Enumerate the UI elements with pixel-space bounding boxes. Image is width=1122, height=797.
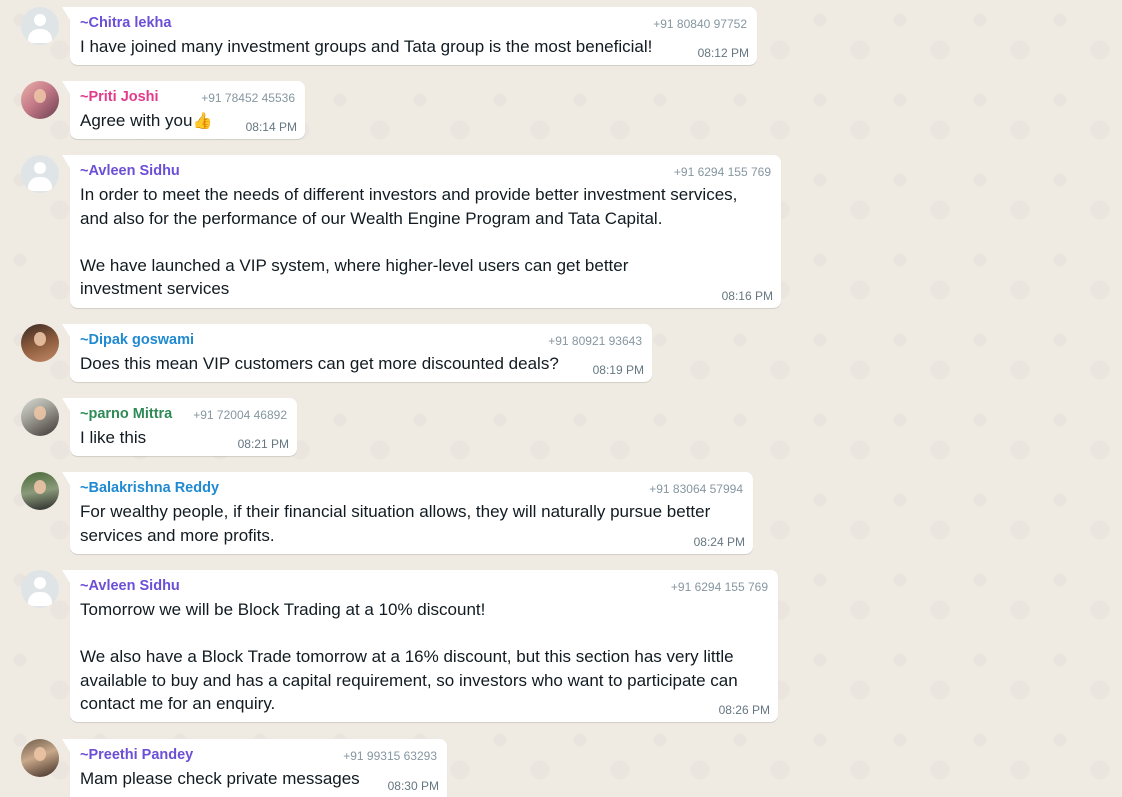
sender-phone: +91 78452 45536: [201, 91, 295, 105]
sender-name[interactable]: ~Chitra lekha: [80, 15, 171, 31]
message-text: Tomorrow we will be Block Trading at a 1…: [80, 600, 738, 713]
sender-phone: +91 80921 93643: [548, 334, 642, 348]
default-avatar[interactable]: [21, 155, 59, 193]
sender-phone: +91 6294 155 769: [670, 580, 768, 594]
photo-avatar[interactable]: [21, 472, 59, 510]
message-bubble[interactable]: ~Preethi Pandey +91 99315 63293 Mam plea…: [62, 739, 447, 797]
sender-name[interactable]: ~Preethi Pandey: [80, 747, 193, 763]
photo-avatar[interactable]: [21, 739, 59, 777]
photo-avatar[interactable]: [21, 398, 59, 436]
sender-name[interactable]: ~parno Mittra: [80, 406, 172, 422]
message-time: 08:16 PM: [721, 289, 773, 303]
message-text: Does this mean VIP customers can get mor…: [80, 354, 559, 373]
message-time: 08:19 PM: [592, 363, 644, 377]
sender-name[interactable]: ~Avleen Sidhu: [80, 163, 180, 179]
message-bubble[interactable]: ~Chitra lekha +91 80840 97752 I have joi…: [62, 7, 757, 65]
message-text: In order to meet the needs of different …: [80, 185, 738, 298]
sender-phone: +91 6294 155 769: [673, 165, 771, 179]
message-time: 08:24 PM: [693, 535, 745, 549]
message-time: 08:26 PM: [718, 703, 770, 717]
message-text: Mam please check private messages: [80, 769, 360, 788]
sender-phone: +91 83064 57994: [649, 482, 743, 496]
message-bubble[interactable]: ~Priti Joshi +91 78452 45536 Agree with …: [62, 81, 305, 139]
message-bubble[interactable]: ~parno Mittra +91 72004 46892 I like thi…: [62, 398, 297, 456]
photo-avatar[interactable]: [21, 324, 59, 362]
message-time: 08:12 PM: [697, 46, 749, 60]
sender-phone: +91 80840 97752: [653, 17, 747, 31]
message-text: For wealthy people, if their financial s…: [80, 502, 711, 545]
sender-name[interactable]: ~Priti Joshi: [80, 89, 159, 105]
message-time: 08:14 PM: [245, 120, 297, 134]
message-time: 08:21 PM: [237, 437, 289, 451]
default-avatar[interactable]: [21, 570, 59, 608]
message-bubble[interactable]: ~Avleen Sidhu +91 6294 155 769 In order …: [62, 155, 781, 308]
message-time: 08:30 PM: [387, 779, 439, 793]
default-avatar[interactable]: [21, 7, 59, 45]
message-text: I have joined many investment groups and…: [80, 37, 653, 56]
photo-avatar[interactable]: [21, 81, 59, 119]
sender-name[interactable]: ~Balakrishna Reddy: [80, 480, 219, 496]
sender-name[interactable]: ~Dipak goswami: [80, 332, 194, 348]
message-bubble[interactable]: ~Avleen Sidhu +91 6294 155 769 Tomorrow …: [62, 570, 778, 722]
sender-phone: +91 99315 63293: [343, 749, 437, 763]
message-text: Agree with you: [80, 111, 193, 130]
thumbs-up-icon: 👍: [192, 113, 213, 130]
sender-name[interactable]: ~Avleen Sidhu: [80, 578, 180, 594]
message-bubble[interactable]: ~Balakrishna Reddy +91 83064 57994 For w…: [62, 472, 753, 554]
sender-phone: +91 72004 46892: [193, 408, 287, 422]
message-bubble[interactable]: ~Dipak goswami +91 80921 93643 Does this…: [62, 324, 652, 382]
